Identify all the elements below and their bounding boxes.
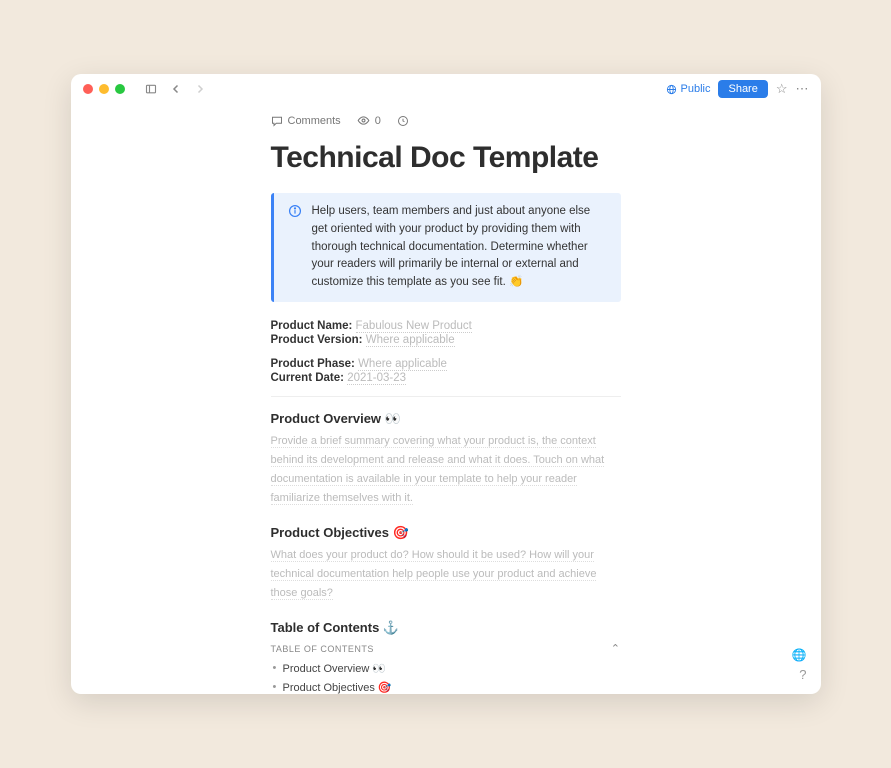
view-count-value: 0 — [375, 115, 381, 127]
product-phase-label: Product Phase: — [271, 358, 355, 370]
maximize-window-button[interactable] — [115, 84, 125, 94]
info-icon — [288, 204, 302, 292]
objectives-heading[interactable]: Product Objectives 🎯 — [271, 525, 621, 541]
window-controls — [83, 84, 125, 94]
clock-icon — [397, 115, 409, 127]
toc-heading[interactable]: Table of Contents ⚓ — [271, 620, 621, 636]
product-name-placeholder: Fabulous New Product — [356, 320, 472, 333]
more-options-icon[interactable]: ⋯ — [796, 81, 809, 97]
toc-section: Table of Contents ⚓ TABLE OF CONTENTS ⌃ … — [271, 620, 621, 694]
current-date-placeholder: 2021-03-23 — [347, 372, 406, 385]
nav-forward-button[interactable] — [191, 82, 209, 96]
divider — [271, 396, 621, 397]
overview-heading[interactable]: Product Overview 👀 — [271, 411, 621, 427]
product-version-placeholder: Where applicable — [366, 334, 455, 347]
titlebar: Public Share ☆ ⋯ — [71, 74, 821, 104]
history-button[interactable] — [397, 115, 409, 127]
toc-sublabel-row: TABLE OF CONTENTS ⌃ — [271, 642, 621, 655]
objectives-placeholder: What does your product do? How should it… — [271, 549, 597, 600]
favorite-icon[interactable]: ☆ — [776, 81, 788, 97]
comment-icon — [271, 115, 283, 127]
toc-sublabel: TABLE OF CONTENTS — [271, 644, 374, 654]
share-button[interactable]: Share — [718, 80, 767, 98]
product-version-field[interactable]: Product Version: Where applicable — [271, 334, 621, 346]
product-phase-placeholder: Where applicable — [358, 358, 447, 371]
public-label: Public — [681, 83, 711, 95]
toc-item[interactable]: Product Objectives 🎯 — [271, 678, 621, 694]
eye-icon — [357, 114, 370, 127]
product-name-field[interactable]: Product Name: Fabulous New Product — [271, 320, 621, 332]
floating-globe-icon[interactable]: 🌐 — [792, 648, 807, 662]
comments-label: Comments — [288, 115, 341, 127]
nav-back-button[interactable] — [167, 82, 185, 96]
field-group-1: Product Name: Fabulous New Product Produ… — [271, 320, 621, 346]
titlebar-right: Public Share ☆ ⋯ — [666, 80, 809, 98]
document-content[interactable]: Comments 0 Technical Doc Template Help u… — [71, 104, 821, 694]
overview-body[interactable]: Provide a brief summary covering what yo… — [271, 431, 621, 507]
objectives-body[interactable]: What does your product do? How should it… — [271, 545, 621, 602]
product-phase-field[interactable]: Product Phase: Where applicable — [271, 358, 621, 370]
globe-icon — [666, 84, 677, 95]
toc-item[interactable]: Product Overview 👀 — [271, 659, 621, 678]
toc-collapse-icon[interactable]: ⌃ — [611, 642, 621, 655]
minimize-window-button[interactable] — [99, 84, 109, 94]
close-window-button[interactable] — [83, 84, 93, 94]
product-version-label: Product Version: — [271, 334, 363, 346]
page-title[interactable]: Technical Doc Template — [271, 141, 621, 175]
comments-button[interactable]: Comments — [271, 115, 341, 127]
product-name-label: Product Name: — [271, 320, 353, 332]
document-meta-bar: Comments 0 — [271, 104, 621, 141]
app-window: Public Share ☆ ⋯ Comments 0 Technical Do… — [71, 74, 821, 694]
sidebar-toggle-icon[interactable] — [141, 81, 161, 97]
view-count[interactable]: 0 — [357, 114, 381, 127]
help-icon[interactable]: ? — [799, 667, 806, 682]
field-group-2: Product Phase: Where applicable Current … — [271, 358, 621, 384]
titlebar-left — [83, 81, 209, 97]
callout-text: Help users, team members and just about … — [312, 203, 607, 292]
info-callout[interactable]: Help users, team members and just about … — [271, 193, 621, 302]
public-badge[interactable]: Public — [666, 83, 711, 95]
current-date-field[interactable]: Current Date: 2021-03-23 — [271, 372, 621, 384]
toc-list: Product Overview 👀 Product Objectives 🎯 … — [271, 659, 621, 694]
overview-placeholder: Provide a brief summary covering what yo… — [271, 435, 605, 505]
current-date-label: Current Date: — [271, 372, 344, 384]
